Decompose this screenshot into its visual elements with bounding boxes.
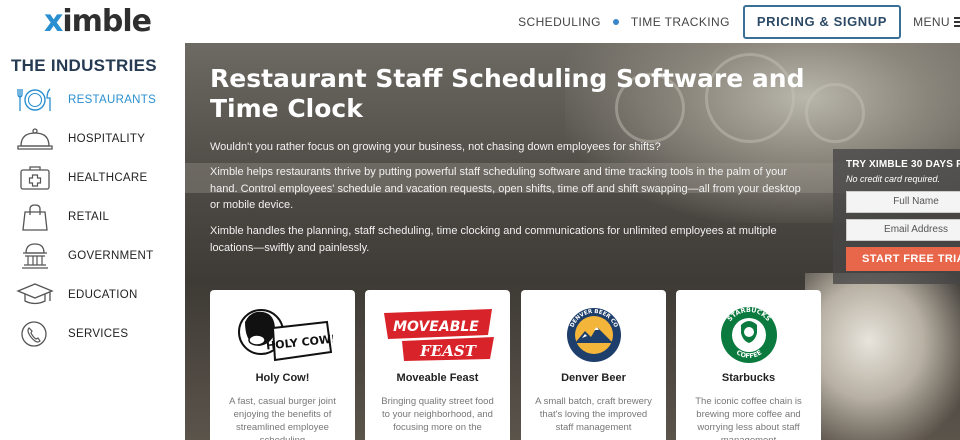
hero-detail-text: Ximble handles the planning, staff sched… bbox=[210, 225, 777, 254]
industries-sidebar: THE INDUSTRIES RESTAURANTS HOSPITALITY H… bbox=[0, 43, 185, 440]
card-description: A fast, casual burger joint enjoying the… bbox=[229, 396, 336, 440]
pricing-signup-button[interactable]: PRICING & SIGNUP bbox=[742, 4, 902, 39]
card-title: Moveable Feast bbox=[396, 372, 479, 384]
customer-card-holy-cow[interactable]: HOLY COW! Holy Cow! A fast, casual burge… bbox=[210, 290, 355, 440]
free-trial-form: TRY XIMBLE 30 DAYS FREE No credit card r… bbox=[833, 149, 960, 284]
hero-background-chef bbox=[805, 273, 960, 440]
sidebar-item-healthcare[interactable]: HEALTHCARE bbox=[16, 161, 181, 195]
sidebar-item-government[interactable]: GOVERNMENT bbox=[16, 239, 181, 273]
hero-intro-text: Wouldn't you rather focus on growing you… bbox=[210, 141, 661, 153]
ximble-logo[interactable]: ximble bbox=[44, 4, 152, 39]
nav-time-tracking[interactable]: TIME TRACKING bbox=[631, 15, 730, 29]
sidebar-item-services[interactable]: SERVICES bbox=[16, 317, 181, 351]
sidebar-item-label: EDUCATION bbox=[68, 289, 138, 301]
hamburger-icon bbox=[954, 16, 960, 27]
moveable-feast-logo: MOVEABLE FEAST bbox=[365, 300, 510, 370]
trial-subtitle: No credit card required. bbox=[846, 174, 941, 184]
sidebar-item-restaurants[interactable]: RESTAURANTS bbox=[16, 83, 181, 117]
moveable-feast-logo-text-1: MOVEABLE bbox=[393, 319, 479, 335]
card-description: The iconic coffee chain is brewing more … bbox=[695, 396, 802, 440]
sidebar-item-retail[interactable]: RETAIL bbox=[16, 200, 181, 234]
page-title: Restaurant Staff Scheduling Software and… bbox=[210, 64, 805, 123]
card-title: Holy Cow! bbox=[255, 372, 310, 384]
card-title: Denver Beer bbox=[561, 372, 626, 384]
sidebar-title: THE INDUSTRIES bbox=[11, 56, 157, 75]
sidebar-item-education[interactable]: EDUCATION bbox=[16, 278, 181, 312]
card-title: Starbucks bbox=[721, 372, 776, 384]
starbucks-logo: STARBUCKS COFFEE bbox=[676, 300, 821, 370]
hero-description-text: Ximble helps restaurants thrive by putti… bbox=[210, 166, 801, 211]
site-header: ximble SCHEDULING TIME TRACKING PRICING … bbox=[0, 0, 960, 43]
menu-label: MENU bbox=[913, 14, 950, 29]
hero-section: Restaurant Staff Scheduling Software and… bbox=[185, 43, 960, 440]
plate-cutlery-icon bbox=[17, 88, 51, 111]
nav-scheduling[interactable]: SCHEDULING bbox=[518, 15, 601, 29]
denver-beer-logo: DENVER BEER CO bbox=[521, 300, 666, 370]
sidebar-item-label: GOVERNMENT bbox=[68, 250, 154, 262]
menu-button[interactable]: MENU bbox=[913, 15, 960, 29]
customer-card-denver-beer[interactable]: DENVER BEER CO Denver Beer A small batch… bbox=[521, 290, 666, 440]
customer-card-starbucks[interactable]: STARBUCKS COFFEE Starbucks The iconic co… bbox=[676, 290, 821, 440]
start-free-trial-button[interactable]: START FREE TRIAL bbox=[846, 247, 960, 271]
main-nav: SCHEDULING TIME TRACKING PRICING & SIGNU… bbox=[518, 0, 960, 43]
graduation-cap-icon bbox=[16, 283, 54, 305]
sidebar-item-label: HOSPITALITY bbox=[68, 133, 146, 145]
medical-kit-icon bbox=[20, 166, 50, 190]
sidebar-item-hospitality[interactable]: HOSPITALITY bbox=[16, 122, 181, 156]
cloche-icon bbox=[17, 128, 53, 150]
phone-icon bbox=[21, 321, 47, 347]
customer-card-moveable-feast[interactable]: MOVEABLE FEAST Moveable Feast Bringing q… bbox=[365, 290, 510, 440]
nav-separator-dot bbox=[612, 18, 619, 25]
trial-title: TRY XIMBLE 30 DAYS FREE bbox=[846, 159, 960, 170]
sidebar-item-label: RESTAURANTS bbox=[68, 94, 157, 106]
card-description: Bringing quality street food to your nei… bbox=[381, 396, 494, 433]
moveable-feast-logo-text-2: FEAST bbox=[419, 342, 478, 360]
card-description: A small batch, craft brewery that's lovi… bbox=[535, 396, 652, 433]
sidebar-item-label: RETAIL bbox=[68, 211, 110, 223]
email-field[interactable]: Email Address bbox=[846, 219, 960, 241]
shopping-bag-icon bbox=[22, 204, 48, 231]
sidebar-item-label: HEALTHCARE bbox=[68, 172, 148, 184]
full-name-field[interactable]: Full Name bbox=[846, 191, 960, 213]
capitol-icon bbox=[22, 243, 48, 269]
holy-cow-logo: HOLY COW! bbox=[210, 300, 355, 370]
sidebar-item-label: SERVICES bbox=[68, 328, 129, 340]
